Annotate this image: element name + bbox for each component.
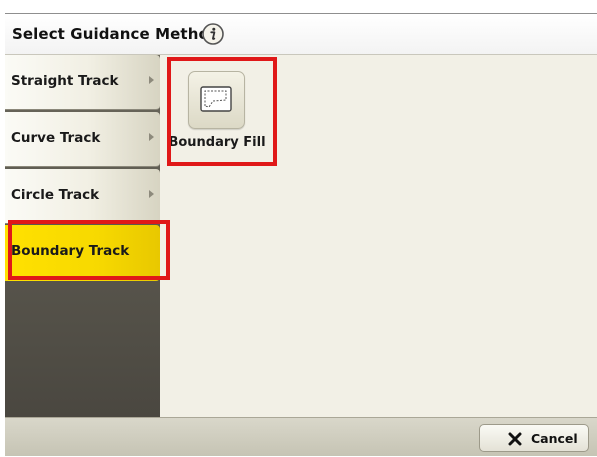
sidebar-item-label: Straight Track xyxy=(11,73,119,89)
sidebar-item-label: Boundary Track xyxy=(11,243,130,259)
guidance-method-dialog: Select Guidance Method Straight Track Cu… xyxy=(5,13,597,456)
sidebar-item-circle-track[interactable]: Circle Track xyxy=(5,169,160,224)
boundary-fill-button[interactable] xyxy=(188,71,245,129)
chevron-right-icon xyxy=(149,76,154,84)
option-label: Boundary Fill xyxy=(168,135,266,150)
cancel-label: Cancel xyxy=(531,431,578,446)
cancel-button[interactable]: Cancel xyxy=(479,424,589,452)
option-boundary-fill[interactable]: Boundary Fill xyxy=(167,61,267,151)
sidebar-item-curve-track[interactable]: Curve Track xyxy=(5,112,160,167)
dialog-footer: Cancel xyxy=(5,417,597,456)
sidebar-item-boundary-track[interactable]: Boundary Track xyxy=(5,225,160,281)
chevron-right-icon xyxy=(149,133,154,141)
sidebar-item-label: Curve Track xyxy=(11,130,101,146)
sidebar-item-label: Circle Track xyxy=(11,187,100,203)
boundary-fill-icon xyxy=(200,86,232,112)
dialog-title: Select Guidance Method xyxy=(12,25,220,43)
sidebar-item-straight-track[interactable]: Straight Track xyxy=(5,55,160,110)
info-icon[interactable] xyxy=(202,23,224,45)
chevron-right-icon xyxy=(149,190,154,198)
guidance-type-sidebar: Straight Track Curve Track Circle Track … xyxy=(5,55,160,417)
guidance-options-panel: Boundary Fill xyxy=(160,55,597,417)
close-x-icon xyxy=(508,432,522,446)
dialog-header: Select Guidance Method xyxy=(5,14,597,55)
